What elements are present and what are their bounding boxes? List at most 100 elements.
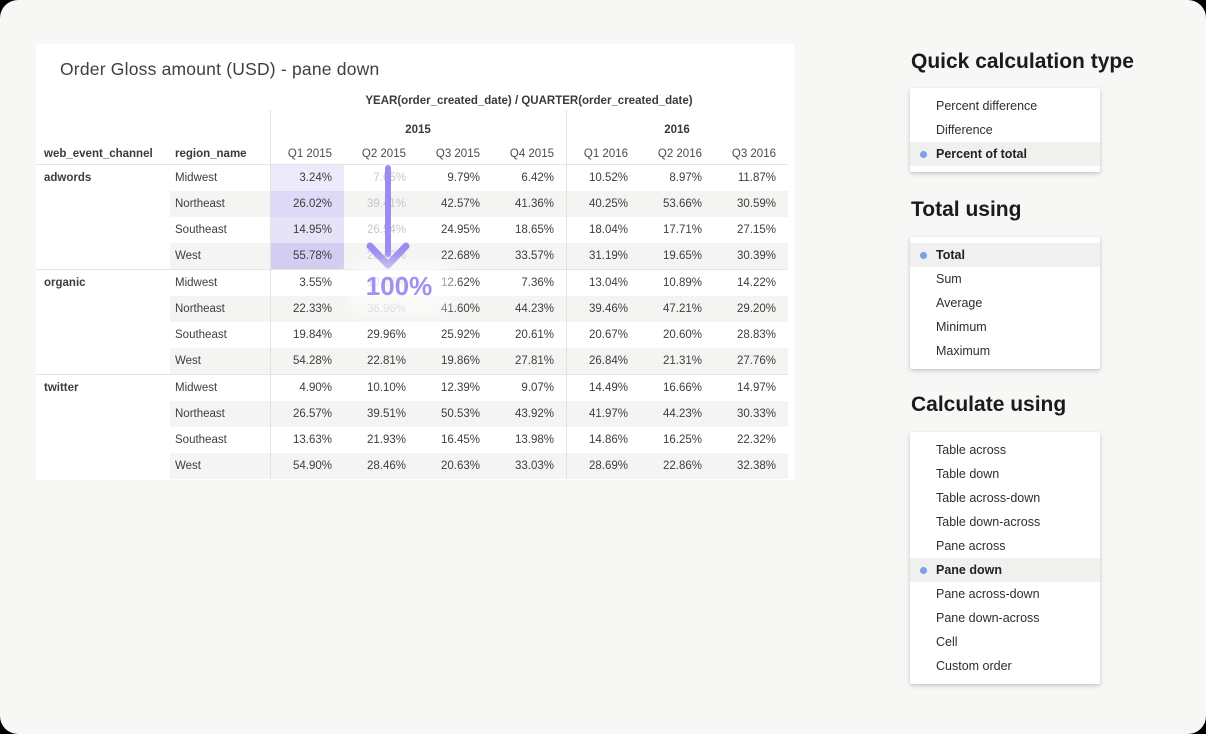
value-cell: 28.69% — [566, 453, 640, 479]
value-cell: 18.04% — [566, 217, 640, 243]
table-row: twitterMidwest4.90%10.10%12.39%9.07%14.4… — [36, 375, 788, 401]
region-cell: Midwest — [170, 165, 270, 191]
option-pane-across-down[interactable]: Pane across-down — [910, 582, 1100, 606]
value-cell: 14.22% — [714, 270, 788, 296]
value-cell: 44.23% — [640, 401, 714, 427]
channel-cell — [36, 401, 170, 427]
value-cell: 26.02% — [270, 191, 344, 217]
option-pane-down-across[interactable]: Pane down-across — [910, 606, 1100, 630]
value-cell: 28.83% — [714, 322, 788, 348]
option-percent-difference[interactable]: Percent difference — [910, 94, 1100, 118]
value-cell: 20.63% — [418, 453, 492, 479]
value-cell: 13.63% — [270, 427, 344, 453]
table-row: West55.78%26.40%22.68%33.57%31.19%19.65%… — [36, 243, 788, 269]
value-cell: 9.79% — [418, 165, 492, 191]
value-cell: 28.46% — [344, 453, 418, 479]
panel-total-using: Total Sum Average Minimum Maximum — [910, 237, 1100, 369]
option-table-across-down[interactable]: Table across-down — [910, 486, 1100, 510]
table-row: Northeast26.57%39.51%50.53%43.92%41.97%4… — [36, 401, 788, 427]
option-label: Maximum — [936, 344, 990, 358]
option-cell[interactable]: Cell — [910, 630, 1100, 654]
panel-title-quick-calculation-type: Quick calculation type — [911, 50, 1134, 74]
selected-dot-icon — [920, 151, 927, 158]
option-average[interactable]: Average — [910, 291, 1100, 315]
year-divider-line — [566, 110, 567, 479]
table-row: Northeast26.02%39.41%42.57%41.36%40.25%5… — [36, 191, 788, 217]
option-label: Sum — [936, 272, 962, 286]
value-cell: 3.55% — [270, 270, 344, 296]
option-table-down-across[interactable]: Table down-across — [910, 510, 1100, 534]
selected-dot-icon — [920, 567, 927, 574]
channel-cell — [36, 453, 170, 479]
value-cell: 14.86% — [566, 427, 640, 453]
value-cell: 50.53% — [418, 401, 492, 427]
region-cell: Northeast — [170, 401, 270, 427]
option-label: Minimum — [936, 320, 987, 334]
table-body: adwordsMidwest3.24%7.65%9.79%6.42%10.52%… — [36, 164, 788, 479]
year-header-2015: 2015 — [270, 118, 566, 142]
value-cell: 41.97% — [566, 401, 640, 427]
value-cell: 19.84% — [270, 322, 344, 348]
value-cell: 20.60% — [640, 322, 714, 348]
value-cell: 7.65% — [344, 165, 418, 191]
quarter-header-q3-2015: Q3 2015 — [418, 144, 492, 164]
value-cell: 18.65% — [492, 217, 566, 243]
option-percent-of-total[interactable]: Percent of total — [910, 142, 1100, 166]
option-table-down[interactable]: Table down — [910, 462, 1100, 486]
value-cell: 41.36% — [492, 191, 566, 217]
value-cell: 32.38% — [714, 453, 788, 479]
option-difference[interactable]: Difference — [910, 118, 1100, 142]
option-sum[interactable]: Sum — [910, 267, 1100, 291]
option-label: Pane down-across — [936, 611, 1040, 625]
value-cell: 16.45% — [418, 427, 492, 453]
region-cell: Southeast — [170, 427, 270, 453]
panel-title-calculate-using: Calculate using — [911, 393, 1066, 417]
option-maximum[interactable]: Maximum — [910, 339, 1100, 363]
option-total[interactable]: Total — [910, 243, 1100, 267]
value-cell: 8.97% — [640, 165, 714, 191]
channel-cell — [36, 217, 170, 243]
region-cell: Southeast — [170, 217, 270, 243]
option-label: Pane across — [936, 539, 1005, 553]
option-minimum[interactable]: Minimum — [910, 315, 1100, 339]
value-cell: 47.21% — [640, 296, 714, 322]
value-cell: 16.66% — [640, 375, 714, 401]
value-cell: 19.65% — [640, 243, 714, 269]
option-label: Table down-across — [936, 515, 1040, 529]
quarter-header-q2-2016: Q2 2016 — [640, 144, 714, 164]
value-cell: 4.90% — [270, 375, 344, 401]
value-cell: 53.66% — [640, 191, 714, 217]
value-cell: 26.40% — [344, 243, 418, 269]
channel-cell — [36, 243, 170, 269]
value-cell: 22.86% — [640, 453, 714, 479]
value-cell: 33.57% — [492, 243, 566, 269]
region-cell: Midwest — [170, 375, 270, 401]
percent-of-total-annotation: 100% — [336, 271, 462, 302]
table-row: West54.28%22.81%19.86%27.81%26.84%21.31%… — [36, 348, 788, 374]
value-cell: 19.86% — [418, 348, 492, 374]
option-pane-across[interactable]: Pane across — [910, 534, 1100, 558]
value-cell: 14.49% — [566, 375, 640, 401]
option-label: Table down — [936, 467, 999, 481]
option-label: Pane across-down — [936, 587, 1040, 601]
screen: Order Gloss amount (USD) - pane down YEA… — [0, 0, 1206, 734]
value-cell: 21.93% — [344, 427, 418, 453]
channel-cell — [36, 191, 170, 217]
column-header-row: web_event_channel region_name Q1 2015Q2 … — [36, 144, 788, 164]
panel-title-total-using: Total using — [911, 198, 1021, 222]
value-cell: 14.97% — [714, 375, 788, 401]
panel-quick-calculation-type: Percent differenceDifferencePercent of t… — [910, 88, 1100, 172]
region-cell: Midwest — [170, 270, 270, 296]
value-cell: 27.76% — [714, 348, 788, 374]
option-table-across[interactable]: Table across — [910, 438, 1100, 462]
option-custom-order[interactable]: Custom order — [910, 654, 1100, 678]
value-cell: 30.39% — [714, 243, 788, 269]
value-cell: 6.42% — [492, 165, 566, 191]
value-cell: 54.28% — [270, 348, 344, 374]
value-cell: 40.25% — [566, 191, 640, 217]
region-cell: West — [170, 243, 270, 269]
value-cell: 54.90% — [270, 453, 344, 479]
value-cell: 39.46% — [566, 296, 640, 322]
value-cell: 12.39% — [418, 375, 492, 401]
option-pane-down[interactable]: Pane down — [910, 558, 1100, 582]
